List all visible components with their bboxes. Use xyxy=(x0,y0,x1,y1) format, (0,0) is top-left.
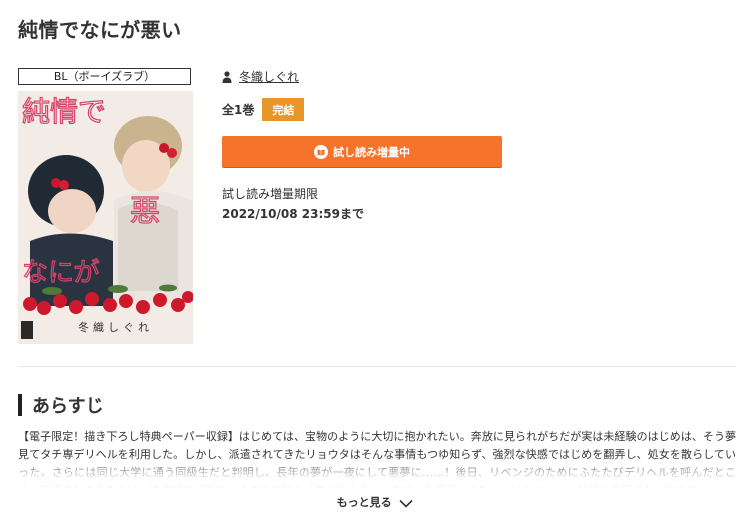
svg-text:悪: 悪 xyxy=(130,194,160,229)
synopsis-heading: あらすじ xyxy=(18,392,104,418)
chevron-down-icon xyxy=(399,499,413,508)
volume-count: 全1巻 xyxy=(222,103,255,117)
page-title: 純情でなにが悪い xyxy=(18,18,182,42)
status-badge: 完結 xyxy=(262,98,305,121)
heading-bar xyxy=(18,394,22,416)
trial-period-label: 試し読み増量期限 xyxy=(222,187,319,201)
section-divider xyxy=(18,366,736,367)
svg-text:純情で: 純情で xyxy=(22,95,106,128)
author-link[interactable]: 冬織しぐれ xyxy=(239,68,299,85)
trial-read-button[interactable]: 試し読み増量中 xyxy=(222,136,502,167)
trial-read-label: 試し読み増量中 xyxy=(333,145,410,159)
cover-author-art: 冬織しぐれ xyxy=(78,320,153,334)
cover-art: 純情で なにが 悪 冬織しぐれ xyxy=(18,91,193,344)
volume-info: 全1巻 完結 xyxy=(222,98,305,121)
genre-tag[interactable]: BL（ボーイズラブ） xyxy=(18,68,191,85)
person-icon xyxy=(222,70,232,83)
synopsis-title: あらすじ xyxy=(32,396,104,417)
author-row: 冬織しぐれ xyxy=(222,68,299,85)
trial-period-date: 2022/10/08 23:59まで xyxy=(222,207,364,221)
show-more-label: もっと見る xyxy=(336,496,392,509)
open-book-icon xyxy=(314,144,328,159)
cover-image[interactable]: 純情で なにが 悪 冬織しぐれ xyxy=(18,91,193,344)
svg-text:なにが: なにが xyxy=(22,258,99,288)
show-more-button[interactable]: もっと見る xyxy=(0,494,750,510)
